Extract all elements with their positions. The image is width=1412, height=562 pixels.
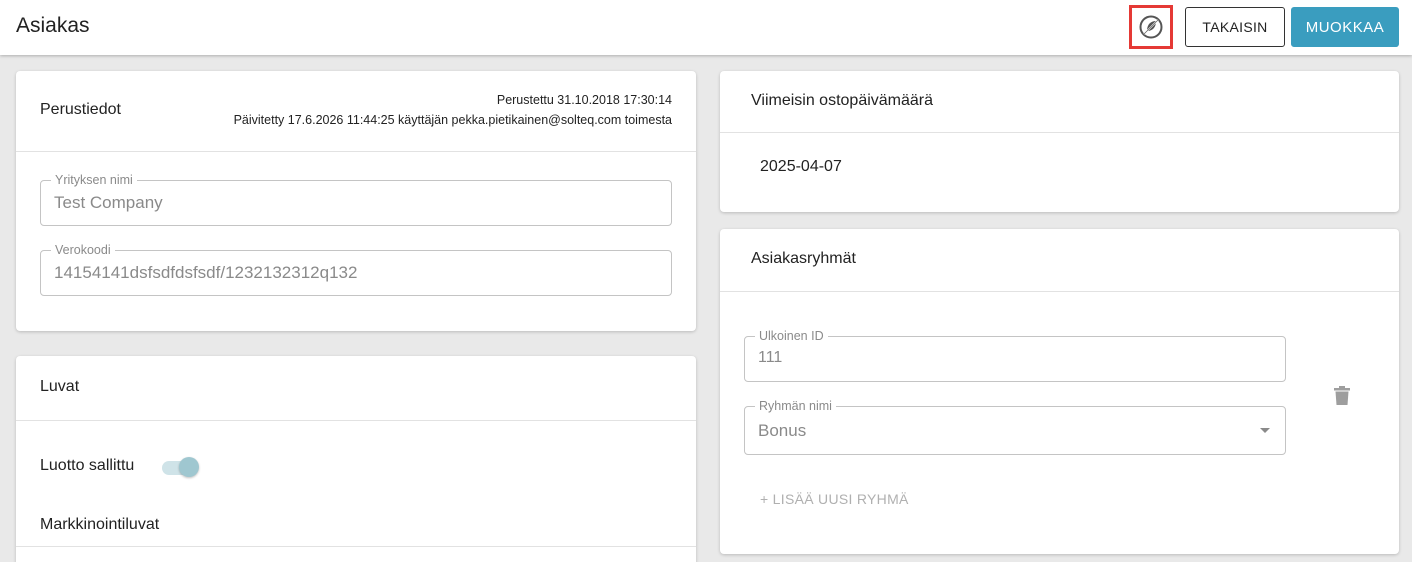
credit-allowed-label: Luotto sallittu [40, 457, 135, 474]
permissions-header: Luvat [16, 356, 696, 421]
last-purchase-title: Viimeisin ostopäivämäärä [751, 92, 934, 109]
customer-groups-title: Asiakasryhmät [751, 250, 856, 267]
basic-info-header: Perustiedot Perustettu 31.10.2018 17:30:… [16, 71, 696, 152]
disabled-leaf-icon [1139, 15, 1163, 39]
tax-code-value: 14154141dsfsdfdsfsdf/1232132312q132 [54, 263, 358, 282]
updated-timestamp: Päivitetty 17.6.2026 11:44:25 käyttäjän … [233, 113, 672, 127]
basic-info-card: Perustiedot Perustettu 31.10.2018 17:30:… [16, 71, 696, 331]
delete-group-trash-icon[interactable] [1334, 386, 1350, 405]
last-purchase-header: Viimeisin ostopäivämäärä [720, 71, 1399, 133]
permissions-title: Luvat [40, 378, 80, 395]
chevron-down-icon [1260, 428, 1270, 433]
group-name-value: Bonus [758, 421, 807, 440]
group-name-select[interactable]: Ryhmän nimi Bonus [744, 399, 1286, 455]
customer-groups-card: Asiakasryhmät Ulkoinen ID 111 Ryhmän nim… [720, 229, 1399, 554]
back-button[interactable]: TAKAISIN [1185, 7, 1285, 47]
tax-code-label: Verokoodi [51, 243, 115, 257]
edit-button[interactable]: MUOKKAA [1291, 7, 1399, 47]
external-id-field[interactable]: Ulkoinen ID 111 [744, 329, 1286, 382]
last-purchase-date: 2025-04-07 [760, 158, 842, 175]
external-id-value: 111 [758, 349, 783, 366]
marketing-divider [16, 546, 696, 547]
external-id-label: Ulkoinen ID [755, 329, 828, 343]
marketing-permissions-title: Markkinointiluvat [40, 516, 160, 533]
credit-allowed-toggle[interactable] [162, 456, 202, 478]
last-purchase-card: Viimeisin ostopäivämäärä 2025-04-07 [720, 71, 1399, 212]
disabled-leaf-icon-button[interactable] [1129, 5, 1173, 49]
add-new-group-button[interactable]: + LISÄÄ UUSI RYHMÄ [760, 491, 909, 507]
company-name-value: Test Company [54, 193, 163, 212]
toggle-thumb [179, 457, 199, 477]
company-name-field[interactable]: Yrityksen nimi Test Company [40, 173, 672, 226]
page-title: Asiakas [16, 14, 90, 37]
basic-info-title: Perustiedot [40, 101, 121, 118]
company-name-label: Yrityksen nimi [51, 173, 137, 187]
app-header: Asiakas TAKAISIN MUOKKAA [0, 0, 1412, 55]
customer-groups-header: Asiakasryhmät [720, 229, 1399, 292]
permissions-card: Luvat Luotto sallittu Markkinointiluvat [16, 356, 696, 562]
group-name-label: Ryhmän nimi [755, 399, 836, 413]
tax-code-field[interactable]: Verokoodi 14154141dsfsdfdsfsdf/123213231… [40, 243, 672, 296]
created-timestamp: Perustettu 31.10.2018 17:30:14 [496, 93, 672, 107]
